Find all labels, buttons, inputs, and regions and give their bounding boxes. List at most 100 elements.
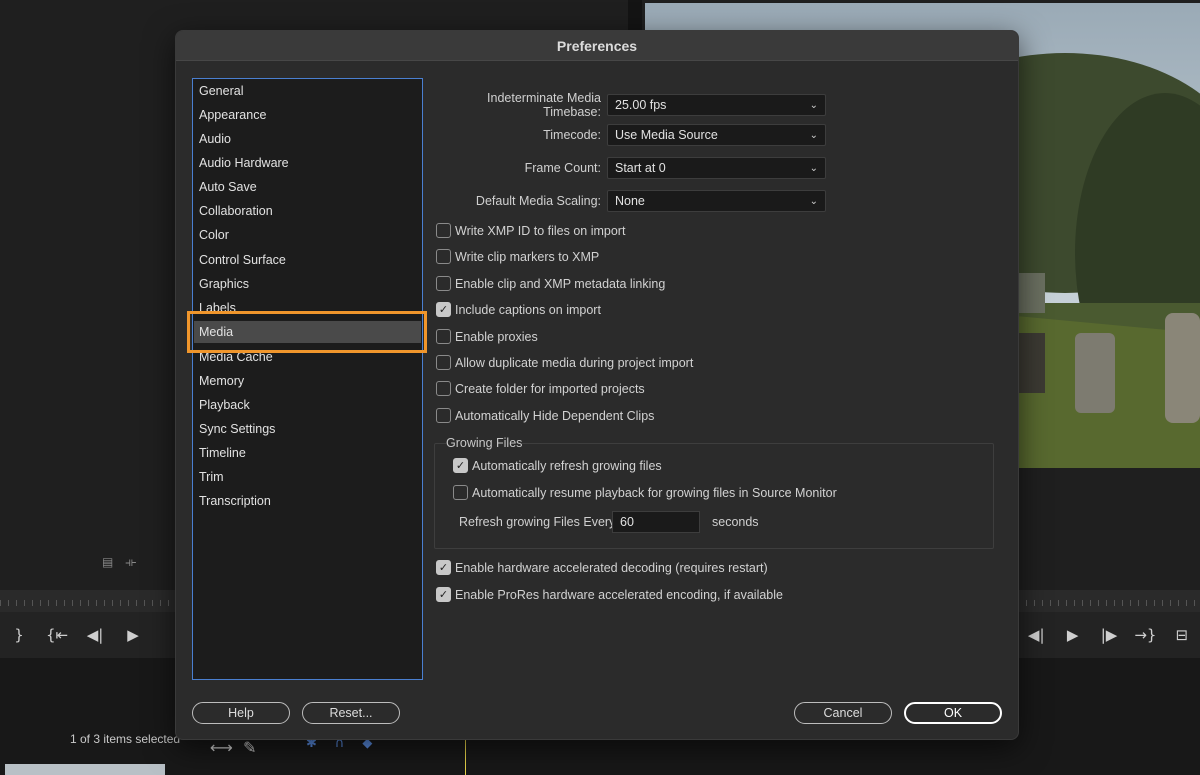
chevron-down-icon: ⌄ [809,162,818,174]
ripple-edit-icon[interactable]: ⟷ [210,738,233,757]
timebase-select[interactable]: 25.00 fps ⌄ [607,94,826,116]
help-button[interactable]: Help [192,702,290,724]
lift-icon[interactable]: ⊟ [1164,626,1200,644]
checkbox-label: Include captions on import [455,302,601,317]
program-time-ruler[interactable] [1018,590,1200,612]
step-forward-icon[interactable]: |▶ [1091,626,1127,644]
source-monitor-icons: ▤ ⟛ [102,555,136,570]
sidebar-item-media[interactable]: Media [194,321,421,343]
source-time-ruler[interactable] [0,590,176,612]
checkbox-label: Enable ProRes hardware accelerated encod… [455,587,783,602]
program-transport-controls: ◀| ▶ |▶ →} ⊟ [1018,612,1200,658]
checkbox-row[interactable]: Automatically Hide Dependent Clips [436,408,654,423]
checkbox-label: Enable hardware accelerated decoding (re… [455,560,768,575]
ok-button[interactable]: OK [904,702,1002,724]
play-icon[interactable]: ▶ [114,626,152,644]
play-icon[interactable]: ▶ [1054,626,1090,644]
reset-button[interactable]: Reset... [302,702,400,724]
chevron-down-icon: ⌄ [809,195,818,207]
hide-dependent-clips-checkbox[interactable] [436,408,451,423]
checkbox-label: Write XMP ID to files on import [455,223,626,238]
sidebar-item-trim[interactable]: Trim [199,466,224,488]
timebase-value: 25.00 fps [615,98,667,112]
allow-duplicate-media-checkbox[interactable] [436,355,451,370]
timecode-label: Timecode: [543,128,601,142]
growing-files-title: Growing Files [446,436,523,450]
sidebar-item-color[interactable]: Color [199,224,229,246]
scaling-value: None [615,194,645,208]
scaling-select[interactable]: None ⌄ [607,190,826,212]
sidebar-item-graphics[interactable]: Graphics [199,273,249,295]
scaling-label: Default Media Scaling: [475,194,601,208]
tools-panel: ⟷ ✎ [210,738,256,757]
include-captions-checkbox[interactable]: ✓ [436,302,451,317]
sidebar-item-appearance[interactable]: Appearance [199,104,266,126]
timecode-row: Timecode: Use Media Source ⌄ [436,124,826,146]
go-to-in-icon[interactable]: {⇤ [38,626,76,644]
checkbox-label: Automatically refresh growing files [472,458,662,473]
clip-thumbnail[interactable] [5,764,165,775]
checkbox-label: Enable clip and XMP metadata linking [455,276,666,291]
checkbox-row[interactable]: Allow duplicate media during project imp… [436,355,693,370]
preferences-dialog: Preferences General Appearance Audio Aud… [175,30,1019,740]
sidebar-item-auto-save[interactable]: Auto Save [199,176,257,198]
scaling-row: Default Media Scaling: None ⌄ [436,190,826,212]
items-selected-status: 1 of 3 items selected [70,732,181,746]
sidebar-item-sync-settings[interactable]: Sync Settings [199,418,275,440]
mark-out-icon[interactable]: } [0,626,38,644]
hw-decoding-checkbox[interactable]: ✓ [436,560,451,575]
step-back-icon[interactable]: ◀| [76,626,114,644]
checkbox-row[interactable]: ✓ Include captions on import [436,302,601,317]
checkbox-row[interactable]: Create folder for imported projects [436,381,645,396]
write-clip-markers-checkbox[interactable] [436,249,451,264]
enable-proxies-checkbox[interactable] [436,329,451,344]
refresh-interval-label: Refresh growing Files Every [459,515,616,529]
sidebar-item-media-cache[interactable]: Media Cache [199,346,273,368]
dialog-title: Preferences [176,31,1018,61]
checkbox-label: Enable proxies [455,329,538,344]
checkbox-row[interactable]: ✓ Automatically refresh growing files [453,458,662,473]
checkbox-row[interactable]: Enable proxies [436,329,538,344]
write-xmp-id-checkbox[interactable] [436,223,451,238]
cancel-button[interactable]: Cancel [794,702,892,724]
checkbox-label: Create folder for imported projects [455,381,645,396]
create-folder-checkbox[interactable] [436,381,451,396]
go-to-out-icon[interactable]: →} [1127,626,1163,644]
sidebar-item-general[interactable]: General [199,80,243,102]
sidebar-item-control-surface[interactable]: Control Surface [199,249,286,271]
sidebar-item-labels[interactable]: Labels [199,297,236,319]
checkbox-label: Allow duplicate media during project imp… [455,355,694,370]
audio-waveform-icon[interactable]: ⟛ [125,555,136,570]
frame-count-select[interactable]: Start at 0 ⌄ [607,157,826,179]
sidebar-item-timeline[interactable]: Timeline [199,442,246,464]
checkbox-row[interactable]: Enable clip and XMP metadata linking [436,276,665,291]
checkbox-row[interactable]: Automatically resume playback for growin… [453,485,837,500]
step-back-icon[interactable]: ◀| [1018,626,1054,644]
timebase-label: Indeterminate Media Timebase: [487,91,601,119]
checkbox-label: Automatically Hide Dependent Clips [455,408,655,423]
timeline-playhead[interactable] [465,738,466,775]
checkbox-row[interactable]: Write clip markers to XMP [436,249,599,264]
refresh-interval-input[interactable]: 60 [612,511,700,533]
sidebar-item-memory[interactable]: Memory [199,370,244,392]
timecode-select[interactable]: Use Media Source ⌄ [607,124,826,146]
sidebar-item-audio-hardware[interactable]: Audio Hardware [199,152,289,174]
preferences-sidebar: General Appearance Audio Audio Hardware … [192,78,423,680]
auto-resume-checkbox[interactable] [453,485,468,500]
sidebar-item-transcription[interactable]: Transcription [199,490,271,512]
sidebar-item-playback[interactable]: Playback [199,394,250,416]
auto-refresh-checkbox[interactable]: ✓ [453,458,468,473]
timebase-row: Indeterminate Media Timebase: 25.00 fps … [436,91,826,119]
checkbox-row[interactable]: Write XMP ID to files on import [436,223,625,238]
film-icon[interactable]: ▤ [102,555,113,570]
pen-icon[interactable]: ✎ [243,738,256,757]
checkbox-label: Write clip markers to XMP [455,249,600,264]
checkbox-row[interactable]: ✓ Enable hardware accelerated decoding (… [436,560,768,575]
metadata-linking-checkbox[interactable] [436,276,451,291]
checkbox-row[interactable]: ✓ Enable ProRes hardware accelerated enc… [436,587,783,602]
sidebar-item-collaboration[interactable]: Collaboration [199,200,273,222]
prores-encoding-checkbox[interactable]: ✓ [436,587,451,602]
sidebar-item-audio[interactable]: Audio [199,128,231,150]
refresh-interval-unit: seconds [712,515,759,529]
chevron-down-icon: ⌄ [809,99,818,111]
